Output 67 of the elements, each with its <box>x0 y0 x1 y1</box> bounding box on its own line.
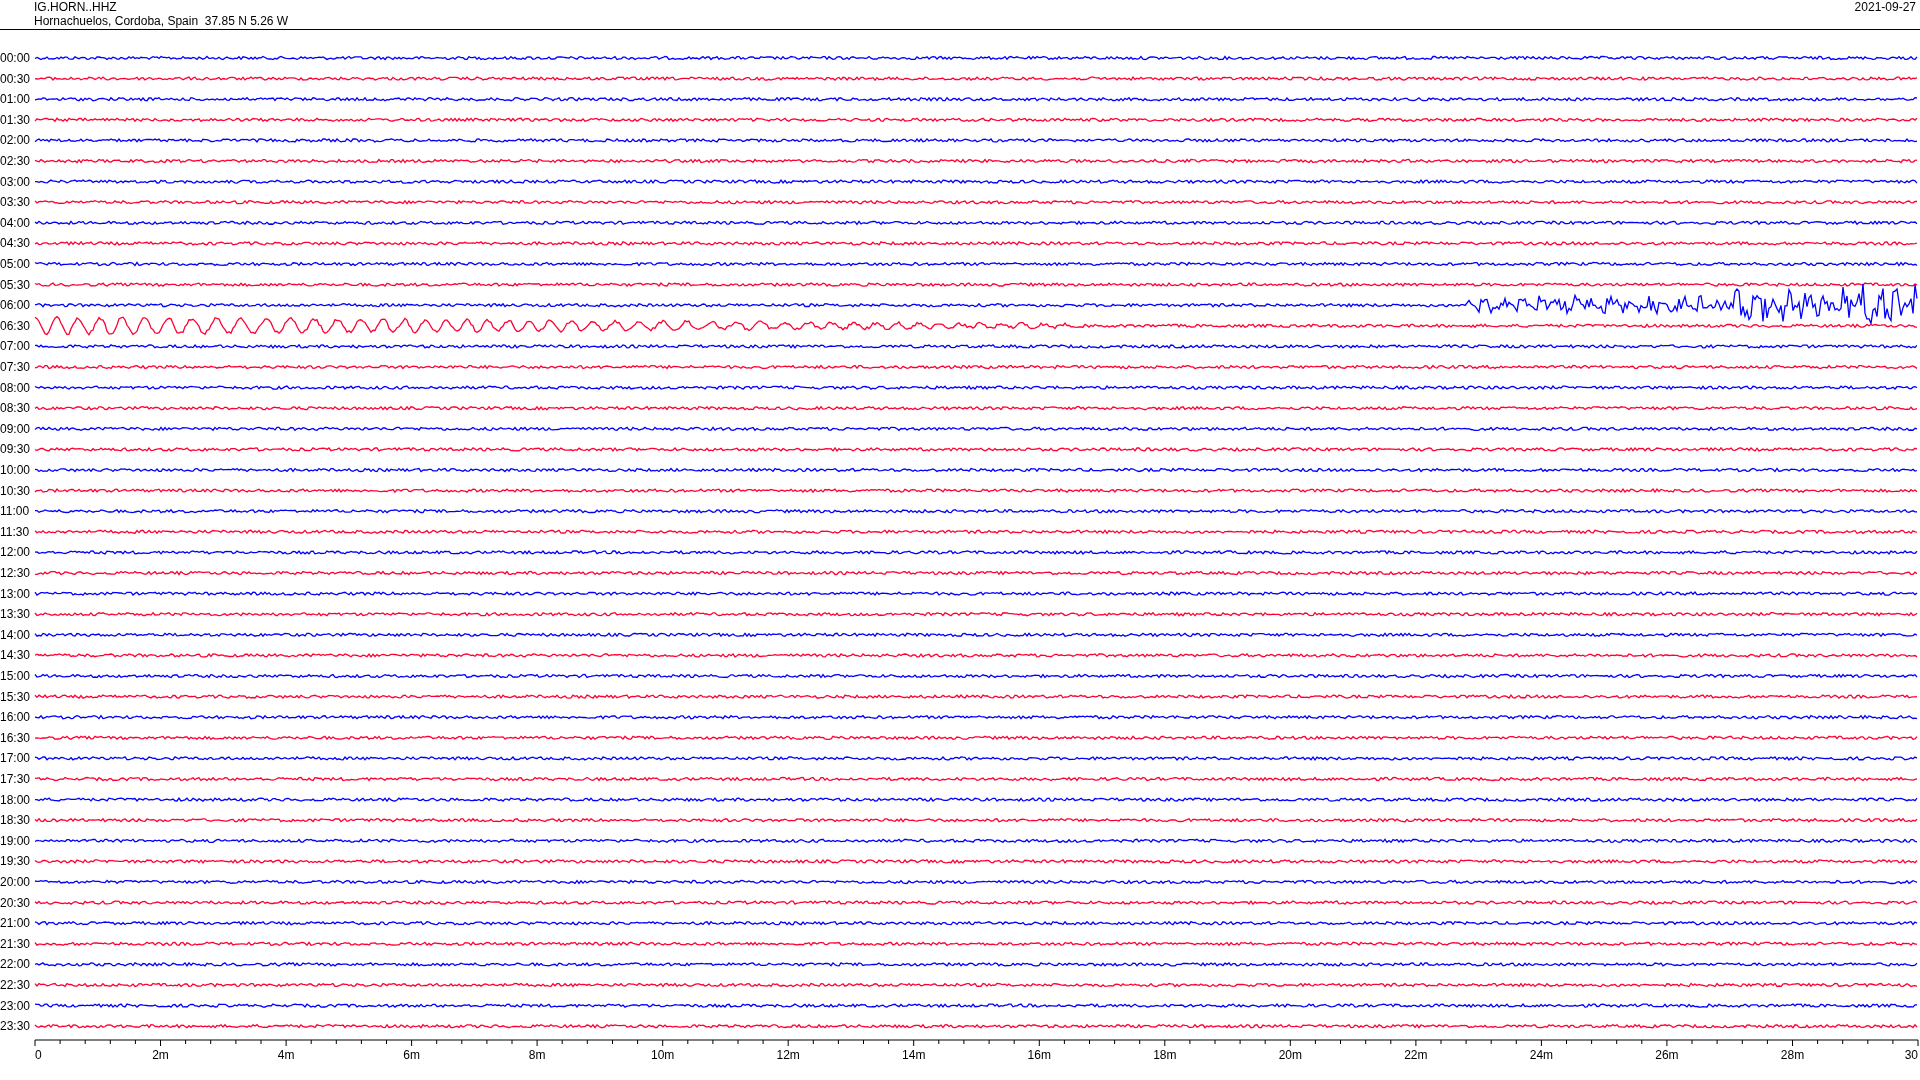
time-label: 11:00 <box>0 504 30 519</box>
time-label: 02:30 <box>0 154 31 168</box>
axis-tick-label: 20m <box>1278 1048 1302 1062</box>
axis-tick-label: 22m <box>1404 1048 1428 1062</box>
time-label: 18:30 <box>0 813 31 828</box>
time-label: 05:30 <box>0 277 31 292</box>
time-label: 14:00 <box>0 627 31 642</box>
time-label: 16:00 <box>0 710 31 725</box>
axis-tick-label: 8m <box>528 1048 546 1062</box>
time-label: 01:00 <box>0 92 31 107</box>
time-label: 13:30 <box>0 607 31 622</box>
time-label: 00:30 <box>0 71 31 86</box>
time-label: 03:30 <box>0 195 31 210</box>
time-label: 04:00 <box>0 215 31 230</box>
time-label: 09:30 <box>0 442 31 457</box>
time-label: 06:00 <box>0 298 31 313</box>
time-label: 11:30 <box>0 524 30 539</box>
time-label: 20:00 <box>0 875 31 889</box>
axis-tick-label: 28m <box>1780 1048 1805 1062</box>
axis-tick-label: 0 <box>35 1048 42 1062</box>
axis-tick-label: 4m <box>277 1048 295 1062</box>
time-label: 19:30 <box>0 854 31 869</box>
time-label: 18:00 <box>0 792 31 807</box>
time-label: 00:00 <box>0 51 31 65</box>
station-code: IG.HORN..HHZ <box>34 0 118 14</box>
time-label: 07:30 <box>0 360 31 374</box>
time-label: 10:30 <box>0 483 31 498</box>
time-label: 23:00 <box>0 998 31 1013</box>
time-label: 15:00 <box>0 669 31 683</box>
axis-tick-label: 2m <box>152 1048 169 1062</box>
time-label: 06:30 <box>0 318 31 333</box>
time-label: 12:30 <box>0 566 31 580</box>
axis-tick-label: 14m <box>902 1048 926 1062</box>
time-label: 22:30 <box>0 978 31 992</box>
time-label: 14:30 <box>0 648 31 663</box>
time-label: 07:00 <box>0 339 31 354</box>
time-label: 03:00 <box>0 174 31 189</box>
axis-tick-label: 24m <box>1529 1048 1554 1062</box>
time-label: 15:30 <box>0 689 31 704</box>
axis-tick-label: 16m <box>1027 1048 1051 1062</box>
time-label: 21:00 <box>0 916 31 931</box>
time-label: 08:00 <box>0 380 31 395</box>
axis-tick-label: 10m <box>651 1048 675 1062</box>
time-label: 04:30 <box>0 236 31 251</box>
time-label: 23:30 <box>0 1019 31 1034</box>
time-label: 16:30 <box>0 730 31 745</box>
time-label: 01:30 <box>0 112 31 127</box>
time-label: 13:00 <box>0 586 31 601</box>
time-label: 17:30 <box>0 772 31 786</box>
axis-tick-label: 18m <box>1153 1048 1177 1062</box>
axis-tick-label: 6m <box>403 1048 420 1062</box>
time-label: 02:00 <box>0 133 31 148</box>
station-location: Hornachuelos, Cordoba, Spain 37.85 N 5.26 W <box>34 14 289 28</box>
date-label: 2021-09-27 <box>1854 0 1916 14</box>
time-label: 08:30 <box>0 401 31 416</box>
time-label: 05:00 <box>0 257 31 271</box>
time-label: 10:00 <box>0 463 31 477</box>
axis-tick-label: 12m <box>776 1048 800 1062</box>
axis-tick-label: 30 <box>1904 1048 1918 1062</box>
time-label: 22:00 <box>0 957 31 972</box>
time-label: 17:00 <box>0 751 31 766</box>
time-label: 21:30 <box>0 936 31 951</box>
time-label: 20:30 <box>0 895 31 910</box>
time-label: 12:00 <box>0 545 31 560</box>
time-label: 19:00 <box>0 833 31 848</box>
time-label: 09:00 <box>0 421 31 436</box>
axis-tick-label: 26m <box>1655 1048 1679 1062</box>
